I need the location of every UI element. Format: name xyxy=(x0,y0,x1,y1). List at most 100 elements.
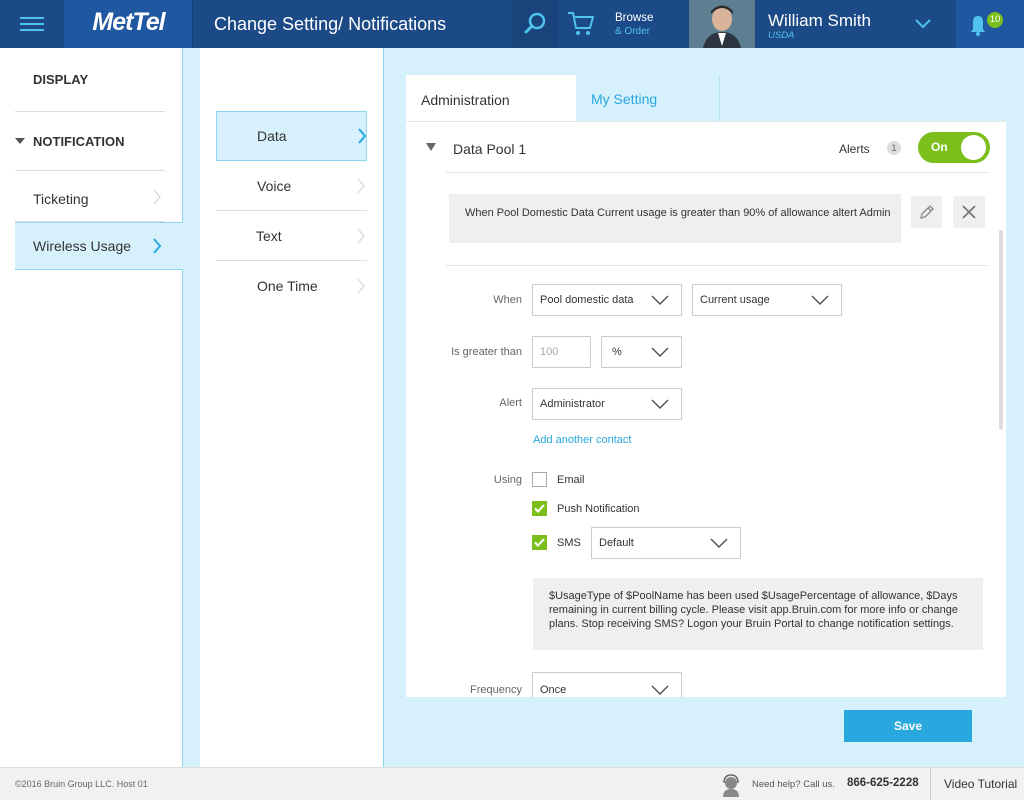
edit-button[interactable] xyxy=(911,196,942,228)
select-value: Administrator xyxy=(540,398,605,410)
sms-message-preview: $UsageType of $PoolName has been used $U… xyxy=(533,578,983,650)
settings-panel: Data Pool 1 Alerts 1 On When Pool Domest… xyxy=(406,121,1006,697)
close-icon xyxy=(962,205,976,219)
cart-button[interactable] xyxy=(566,10,596,38)
support-agent-icon xyxy=(719,773,743,797)
search-button[interactable] xyxy=(512,0,558,48)
tab-my-setting[interactable]: My Setting xyxy=(576,75,720,121)
tab-administration[interactable]: Administration xyxy=(406,75,576,122)
select-value: % xyxy=(612,346,622,358)
copyright: ©2016 Bruin Group LLC. Host 01 xyxy=(15,779,148,789)
subnav-item-label: Voice xyxy=(257,178,292,194)
push-notification-label: Push Notification xyxy=(557,503,640,515)
check-icon xyxy=(534,538,545,547)
sidebar-display[interactable]: DISPLAY xyxy=(33,72,88,87)
subnav-item-label: One Time xyxy=(257,278,318,294)
tab-bar: Administration My Setting xyxy=(406,75,1006,122)
help-text: Need help? Call us. xyxy=(752,779,835,790)
footer: ©2016 Bruin Group LLC. Host 01 Need help… xyxy=(0,767,1024,800)
select-value: Once xyxy=(540,684,567,696)
rule-summary: When Pool Domestic Data Current usage is… xyxy=(449,194,901,243)
subnav-item-one-time[interactable]: One Time xyxy=(216,261,367,311)
chevron-down-icon xyxy=(651,685,669,696)
chevron-right-icon xyxy=(357,228,365,244)
subnav-item-data[interactable]: Data xyxy=(216,111,367,161)
frequency-label: Frequency xyxy=(470,684,522,696)
divider xyxy=(15,170,165,171)
toggle-label: On xyxy=(931,140,948,154)
cart-icon xyxy=(568,12,594,35)
sidebar: DISPLAY NOTIFICATION Ticketing Wireless … xyxy=(0,48,183,767)
divider xyxy=(446,265,988,266)
delete-button[interactable] xyxy=(953,196,985,228)
user-photo-icon xyxy=(689,0,755,48)
caret-down-icon[interactable] xyxy=(15,138,25,144)
unit-select[interactable]: % xyxy=(601,336,682,368)
page-title: Change Setting/ Notifications xyxy=(214,14,447,34)
subnav-item-label: Data xyxy=(257,128,287,144)
notification-badge: 10 xyxy=(987,12,1003,28)
when-data-select[interactable]: Pool domestic data xyxy=(532,284,682,316)
browse-label[interactable]: Browse xyxy=(615,12,653,24)
subnav-item-text[interactable]: Text xyxy=(216,211,367,261)
order-label[interactable]: & Order xyxy=(615,26,650,37)
chevron-down-icon xyxy=(811,295,829,306)
alert-recipient-select[interactable]: Administrator xyxy=(532,388,682,420)
greater-than-label: Is greater than xyxy=(451,346,522,358)
support-phone[interactable]: 866-625-2228 xyxy=(847,777,919,789)
divider xyxy=(446,172,988,173)
sidebar-item-ticketing[interactable]: Ticketing xyxy=(15,172,183,222)
pool-title[interactable]: Data Pool 1 xyxy=(453,141,526,157)
sms-label: SMS xyxy=(557,537,581,549)
frequency-select[interactable]: Once xyxy=(532,672,682,697)
tab-label: Administration xyxy=(421,92,510,108)
sidebar-item-wireless-usage[interactable]: Wireless Usage xyxy=(15,222,183,270)
pencil-icon xyxy=(920,205,934,219)
alerts-count-badge: 1 xyxy=(887,141,901,155)
user-name[interactable]: William Smith xyxy=(768,11,871,31)
using-label: Using xyxy=(493,474,522,486)
chevron-right-icon xyxy=(357,278,365,294)
avatar[interactable] xyxy=(689,0,755,48)
chevron-down-icon[interactable] xyxy=(913,17,933,31)
subnav: Data Voice Text One Time xyxy=(200,48,384,767)
pool-toggle[interactable]: On xyxy=(918,132,990,163)
search-icon xyxy=(524,12,546,34)
logo[interactable]: MetTel xyxy=(64,0,193,48)
chevron-down-icon xyxy=(651,295,669,306)
add-contact-link[interactable]: Add another contact xyxy=(533,434,631,446)
chevron-right-icon xyxy=(357,178,365,194)
chevron-down-icon xyxy=(651,347,669,358)
sms-message-text: $UsageType of $PoolName has been used $U… xyxy=(549,590,959,630)
select-value: Default xyxy=(599,537,634,549)
scrollbar[interactable] xyxy=(999,230,1003,430)
sidebar-notification[interactable]: NOTIFICATION xyxy=(33,134,124,149)
chevron-right-icon xyxy=(153,189,161,205)
sms-checkbox[interactable] xyxy=(532,535,547,550)
divider xyxy=(15,111,165,112)
rule-summary-text: When Pool Domestic Data Current usage is… xyxy=(465,207,891,219)
select-value: Current usage xyxy=(700,294,770,306)
subnav-item-voice[interactable]: Voice xyxy=(216,161,367,211)
logo-text: MetTel xyxy=(92,8,165,36)
caret-down-icon[interactable] xyxy=(426,143,436,151)
alert-label: Alert xyxy=(499,397,522,409)
sidebar-item-label: Ticketing xyxy=(33,191,89,207)
top-header: MetTel Change Setting/ Notifications Bro… xyxy=(0,0,1024,48)
menu-icon[interactable] xyxy=(0,0,64,48)
chevron-down-icon xyxy=(710,538,728,549)
chevron-right-icon xyxy=(358,128,367,144)
email-checkbox[interactable] xyxy=(532,472,547,487)
when-usage-select[interactable]: Current usage xyxy=(692,284,842,316)
email-label: Email xyxy=(557,474,585,486)
save-button[interactable]: Save xyxy=(844,710,972,742)
toggle-knob xyxy=(961,135,986,160)
chevron-down-icon xyxy=(651,399,669,410)
sms-template-select[interactable]: Default xyxy=(591,527,741,559)
when-label: When xyxy=(493,294,522,306)
video-tutorial-link[interactable]: Video Tutorial xyxy=(944,777,1017,791)
subnav-item-label: Text xyxy=(256,228,282,244)
select-value: Pool domestic data xyxy=(540,294,634,306)
push-notification-checkbox[interactable] xyxy=(532,501,547,516)
threshold-input[interactable] xyxy=(532,336,591,368)
